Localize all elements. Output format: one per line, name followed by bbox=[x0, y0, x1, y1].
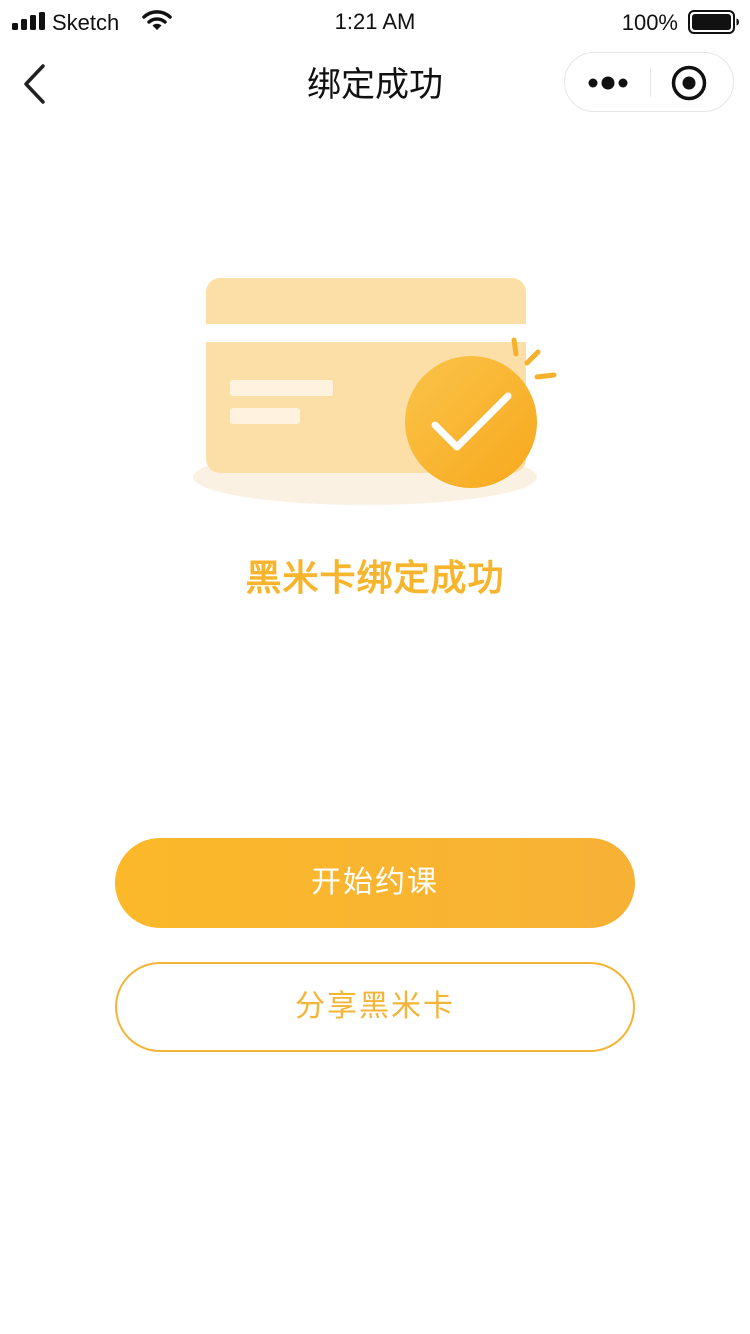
nav-bar: 绑定成功 bbox=[0, 44, 750, 124]
more-icon bbox=[588, 76, 628, 90]
battery-icon bbox=[688, 10, 739, 34]
success-message: 黑米卡绑定成功 bbox=[245, 558, 505, 599]
start-booking-button[interactable]: 开始约课 bbox=[115, 838, 635, 928]
status-bar: Sketch 1:21 AM 100% bbox=[0, 0, 750, 44]
close-icon bbox=[671, 65, 707, 101]
menu-capsule bbox=[564, 52, 734, 112]
card-bound-illustration bbox=[193, 278, 557, 505]
battery-percentage: 100% bbox=[621, 10, 678, 35]
share-card-button[interactable]: 分享黑米卡 bbox=[115, 962, 635, 1052]
more-button[interactable] bbox=[583, 63, 633, 103]
check-icon bbox=[405, 356, 537, 488]
close-button[interactable] bbox=[669, 63, 709, 103]
capsule-divider bbox=[650, 69, 651, 97]
